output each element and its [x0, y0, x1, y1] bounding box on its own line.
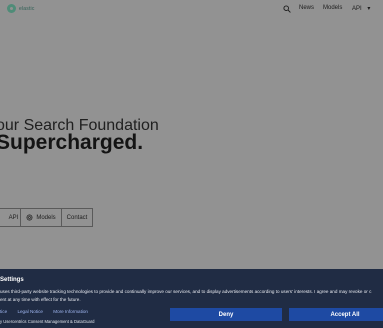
- models-icon: [26, 214, 33, 221]
- deny-button[interactable]: Deny: [170, 308, 282, 321]
- search-button[interactable]: [282, 3, 292, 15]
- models-button[interactable]: Models: [20, 208, 62, 227]
- consent-banner: Settings uses third-party website tracki…: [0, 269, 383, 328]
- accept-all-button[interactable]: Accept All: [289, 308, 383, 321]
- consent-text: uses third-party website tracking techno…: [0, 288, 383, 304]
- consent-text-line1: uses third-party website tracking techno…: [0, 289, 372, 294]
- privacy-notice-link[interactable]: tice: [0, 309, 7, 314]
- legal-notice-link[interactable]: Legal Notice: [17, 309, 43, 314]
- consent-links: tice Legal Notice More Information: [0, 309, 97, 314]
- nav-api[interactable]: API ▾: [352, 5, 370, 12]
- logo-icon: [7, 4, 16, 13]
- nav-api-label: API: [352, 6, 362, 12]
- consent-title: Settings: [0, 277, 24, 283]
- api-button[interactable]: API: [0, 208, 21, 227]
- consent-text-line2: ent at any time with effect for the futu…: [0, 297, 81, 302]
- chevron-down-icon: ▾: [367, 6, 371, 12]
- more-information-link[interactable]: More Information: [53, 309, 88, 314]
- search-icon: [283, 5, 291, 13]
- brand-logo[interactable]: elastic: [7, 4, 35, 13]
- powered-by-text: y Usercentrics Consent Management & Data…: [0, 319, 95, 324]
- nav-models[interactable]: Models: [323, 5, 342, 11]
- api-button-label: API: [8, 214, 19, 221]
- models-button-label: Models: [36, 214, 56, 221]
- contact-button-label: Contact: [66, 214, 88, 221]
- logo-text: elastic: [19, 5, 35, 12]
- hero-title: Supercharged.: [0, 131, 144, 154]
- nav-news[interactable]: News: [299, 5, 314, 11]
- contact-button[interactable]: Contact: [61, 208, 93, 227]
